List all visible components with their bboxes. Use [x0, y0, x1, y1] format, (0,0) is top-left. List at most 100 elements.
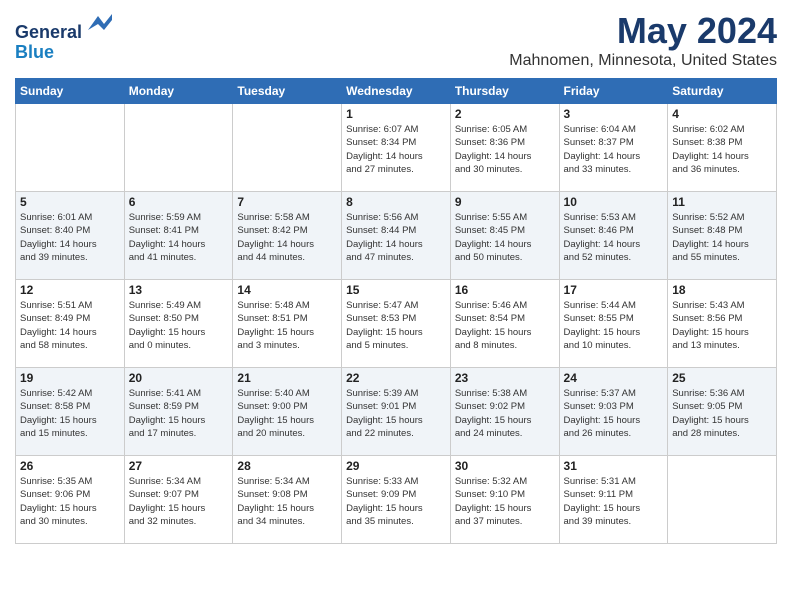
calendar-table: SundayMondayTuesdayWednesdayThursdayFrid… [15, 78, 777, 544]
day-info: Sunrise: 5:53 AM Sunset: 8:46 PM Dayligh… [564, 211, 664, 264]
col-header-sunday: Sunday [16, 79, 125, 104]
day-info: Sunrise: 5:43 AM Sunset: 8:56 PM Dayligh… [672, 299, 772, 352]
day-info: Sunrise: 5:42 AM Sunset: 8:58 PM Dayligh… [20, 387, 120, 440]
day-info: Sunrise: 5:52 AM Sunset: 8:48 PM Dayligh… [672, 211, 772, 264]
day-number: 21 [237, 371, 337, 385]
day-number: 30 [455, 459, 555, 473]
day-number: 4 [672, 107, 772, 121]
day-number: 1 [346, 107, 446, 121]
day-info: Sunrise: 5:49 AM Sunset: 8:50 PM Dayligh… [129, 299, 229, 352]
day-number: 31 [564, 459, 664, 473]
day-number: 17 [564, 283, 664, 297]
header-row: SundayMondayTuesdayWednesdayThursdayFrid… [16, 79, 777, 104]
calendar-cell: 12 Sunrise: 5:51 AM Sunset: 8:49 PM Dayli… [16, 280, 125, 368]
col-header-friday: Friday [559, 79, 668, 104]
day-info: Sunrise: 5:36 AM Sunset: 9:05 PM Dayligh… [672, 387, 772, 440]
day-number: 24 [564, 371, 664, 385]
calendar-cell: 3 Sunrise: 6:04 AM Sunset: 8:37 PM Daylig… [559, 104, 668, 192]
day-number: 27 [129, 459, 229, 473]
calendar-cell: 16 Sunrise: 5:46 AM Sunset: 8:54 PM Dayli… [450, 280, 559, 368]
day-info: Sunrise: 5:58 AM Sunset: 8:42 PM Dayligh… [237, 211, 337, 264]
calendar-cell: 20 Sunrise: 5:41 AM Sunset: 8:59 PM Dayli… [124, 368, 233, 456]
col-header-thursday: Thursday [450, 79, 559, 104]
day-number: 2 [455, 107, 555, 121]
day-info: Sunrise: 5:41 AM Sunset: 8:59 PM Dayligh… [129, 387, 229, 440]
calendar-cell: 10 Sunrise: 5:53 AM Sunset: 8:46 PM Dayli… [559, 192, 668, 280]
day-number: 8 [346, 195, 446, 209]
day-number: 20 [129, 371, 229, 385]
day-number: 9 [455, 195, 555, 209]
day-info: Sunrise: 5:39 AM Sunset: 9:01 PM Dayligh… [346, 387, 446, 440]
day-number: 15 [346, 283, 446, 297]
calendar-title: May 2024 [509, 10, 777, 52]
calendar-cell: 30Sunrise: 5:32 AM Sunset: 9:10 PM Dayli… [450, 456, 559, 544]
day-info: Sunrise: 6:07 AM Sunset: 8:34 PM Dayligh… [346, 123, 446, 176]
day-number: 5 [20, 195, 120, 209]
day-info: Sunrise: 5:35 AM Sunset: 9:06 PM Dayligh… [20, 475, 120, 528]
title-block: May 2024 Mahnomen, Minnesota, United Sta… [509, 10, 777, 70]
header: General Blue May 2024 Mahnomen, Minnesot… [15, 10, 777, 70]
calendar-cell: 4 Sunrise: 6:02 AM Sunset: 8:38 PM Daylig… [668, 104, 777, 192]
calendar-cell: 25 Sunrise: 5:36 AM Sunset: 9:05 PM Dayli… [668, 368, 777, 456]
day-number: 6 [129, 195, 229, 209]
day-info: Sunrise: 6:01 AM Sunset: 8:40 PM Dayligh… [20, 211, 120, 264]
col-header-monday: Monday [124, 79, 233, 104]
calendar-cell: 29Sunrise: 5:33 AM Sunset: 9:09 PM Dayli… [342, 456, 451, 544]
calendar-cell: 13 Sunrise: 5:49 AM Sunset: 8:50 PM Dayli… [124, 280, 233, 368]
day-number: 11 [672, 195, 772, 209]
day-info: Sunrise: 6:02 AM Sunset: 8:38 PM Dayligh… [672, 123, 772, 176]
day-number: 25 [672, 371, 772, 385]
logo: General Blue [15, 10, 112, 63]
calendar-cell: 21Sunrise: 5:40 AM Sunset: 9:00 PM Dayli… [233, 368, 342, 456]
day-number: 10 [564, 195, 664, 209]
day-info: Sunrise: 5:44 AM Sunset: 8:55 PM Dayligh… [564, 299, 664, 352]
logo-bird-icon [84, 10, 112, 38]
day-info: Sunrise: 5:56 AM Sunset: 8:44 PM Dayligh… [346, 211, 446, 264]
calendar-cell: 27 Sunrise: 5:34 AM Sunset: 9:07 PM Dayli… [124, 456, 233, 544]
day-number: 16 [455, 283, 555, 297]
day-number: 19 [20, 371, 120, 385]
logo-blue-text: Blue [15, 43, 112, 63]
day-number: 29 [346, 459, 446, 473]
day-info: Sunrise: 5:34 AM Sunset: 9:07 PM Dayligh… [129, 475, 229, 528]
day-number: 22 [346, 371, 446, 385]
day-info: Sunrise: 5:37 AM Sunset: 9:03 PM Dayligh… [564, 387, 664, 440]
day-number: 13 [129, 283, 229, 297]
week-row-5: 26 Sunrise: 5:35 AM Sunset: 9:06 PM Dayli… [16, 456, 777, 544]
day-info: Sunrise: 5:34 AM Sunset: 9:08 PM Dayligh… [237, 475, 337, 528]
calendar-cell: 19 Sunrise: 5:42 AM Sunset: 8:58 PM Dayli… [16, 368, 125, 456]
calendar-cell: 11 Sunrise: 5:52 AM Sunset: 8:48 PM Dayli… [668, 192, 777, 280]
day-info: Sunrise: 6:04 AM Sunset: 8:37 PM Dayligh… [564, 123, 664, 176]
week-row-1: 1 Sunrise: 6:07 AM Sunset: 8:34 PM Daylig… [16, 104, 777, 192]
calendar-cell: 2Sunrise: 6:05 AM Sunset: 8:36 PM Daylig… [450, 104, 559, 192]
day-info: Sunrise: 5:46 AM Sunset: 8:54 PM Dayligh… [455, 299, 555, 352]
day-info: Sunrise: 5:48 AM Sunset: 8:51 PM Dayligh… [237, 299, 337, 352]
day-number: 3 [564, 107, 664, 121]
col-header-saturday: Saturday [668, 79, 777, 104]
week-row-4: 19 Sunrise: 5:42 AM Sunset: 8:58 PM Dayli… [16, 368, 777, 456]
day-number: 12 [20, 283, 120, 297]
calendar-cell: 22 Sunrise: 5:39 AM Sunset: 9:01 PM Dayli… [342, 368, 451, 456]
week-row-2: 5 Sunrise: 6:01 AM Sunset: 8:40 PM Daylig… [16, 192, 777, 280]
calendar-cell: 7 Sunrise: 5:58 AM Sunset: 8:42 PM Daylig… [233, 192, 342, 280]
calendar-cell: 28 Sunrise: 5:34 AM Sunset: 9:08 PM Dayli… [233, 456, 342, 544]
calendar-cell: 24 Sunrise: 5:37 AM Sunset: 9:03 PM Dayli… [559, 368, 668, 456]
calendar-cell: 23Sunrise: 5:38 AM Sunset: 9:02 PM Dayli… [450, 368, 559, 456]
col-header-wednesday: Wednesday [342, 79, 451, 104]
day-info: Sunrise: 5:51 AM Sunset: 8:49 PM Dayligh… [20, 299, 120, 352]
calendar-cell: 14Sunrise: 5:48 AM Sunset: 8:51 PM Dayli… [233, 280, 342, 368]
day-number: 23 [455, 371, 555, 385]
day-number: 7 [237, 195, 337, 209]
calendar-cell [233, 104, 342, 192]
day-number: 18 [672, 283, 772, 297]
day-info: Sunrise: 5:47 AM Sunset: 8:53 PM Dayligh… [346, 299, 446, 352]
calendar-subtitle: Mahnomen, Minnesota, United States [509, 52, 777, 70]
calendar-cell: 8 Sunrise: 5:56 AM Sunset: 8:44 PM Daylig… [342, 192, 451, 280]
day-number: 28 [237, 459, 337, 473]
col-header-tuesday: Tuesday [233, 79, 342, 104]
day-number: 26 [20, 459, 120, 473]
day-info: Sunrise: 5:59 AM Sunset: 8:41 PM Dayligh… [129, 211, 229, 264]
calendar-cell: 9Sunrise: 5:55 AM Sunset: 8:45 PM Daylig… [450, 192, 559, 280]
calendar-cell: 1 Sunrise: 6:07 AM Sunset: 8:34 PM Daylig… [342, 104, 451, 192]
calendar-cell [668, 456, 777, 544]
